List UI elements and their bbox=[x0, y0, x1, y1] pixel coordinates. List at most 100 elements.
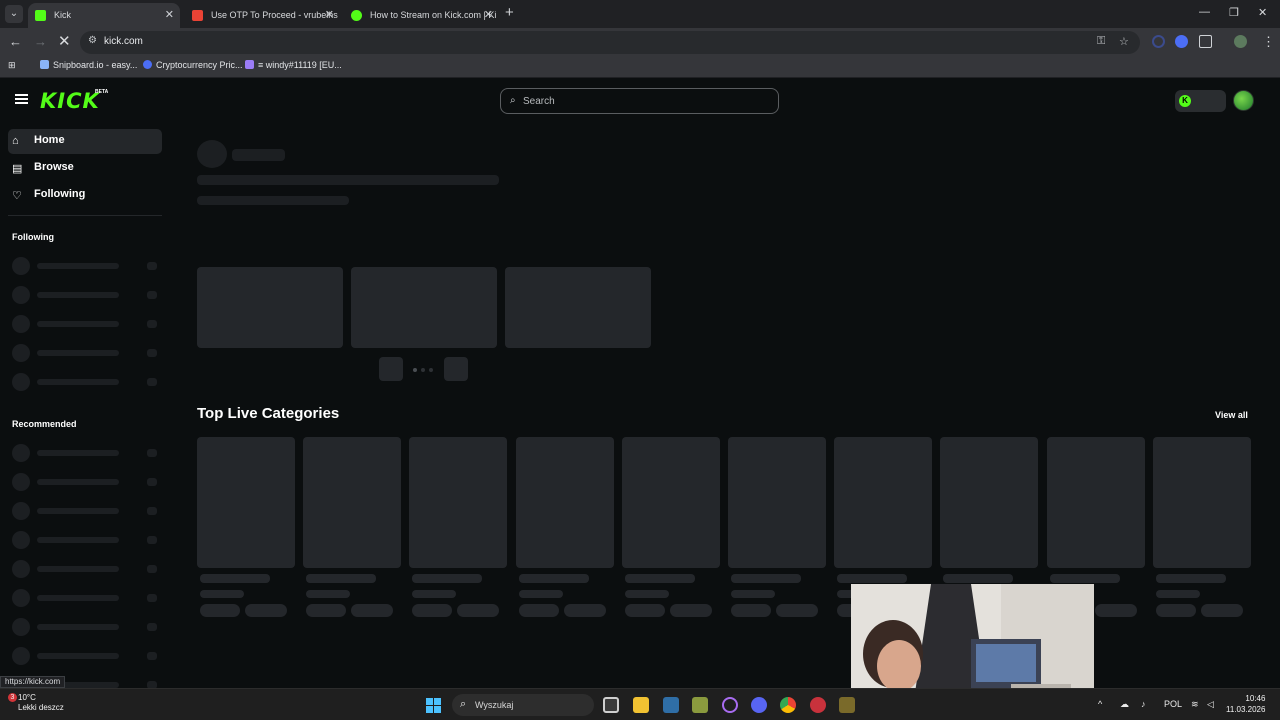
carousel-next-button[interactable] bbox=[444, 357, 468, 381]
featured-stream-card[interactable] bbox=[351, 267, 497, 348]
task-view-icon[interactable] bbox=[603, 697, 619, 713]
category-viewers-skeleton bbox=[731, 590, 775, 598]
category-card[interactable] bbox=[728, 437, 826, 622]
browser-tab-kick[interactable]: Kick ✕ bbox=[28, 3, 180, 28]
new-tab-button[interactable]: + bbox=[505, 4, 514, 21]
stream-meta-skeleton bbox=[197, 196, 349, 205]
sidebar-item-following[interactable]: ♡ Following bbox=[8, 183, 162, 208]
carousel-dot[interactable] bbox=[429, 368, 433, 372]
kick-coins-chip[interactable]: K bbox=[1175, 90, 1226, 112]
category-viewers-skeleton bbox=[519, 590, 563, 598]
app-icon[interactable] bbox=[663, 697, 679, 713]
chrome-icon[interactable] bbox=[780, 697, 796, 713]
close-tab-icon[interactable]: ✕ bbox=[165, 3, 174, 28]
stream-title-skeleton bbox=[197, 175, 499, 185]
forward-button[interactable]: → bbox=[34, 34, 47, 49]
wifi-icon[interactable]: ≋ bbox=[1191, 699, 1199, 710]
stop-loading-button[interactable]: ✕ bbox=[58, 32, 71, 50]
hamburger-menu-icon[interactable] bbox=[15, 94, 28, 104]
app-icon[interactable] bbox=[722, 697, 738, 713]
category-thumbnail-skeleton bbox=[940, 437, 1038, 568]
category-viewers-skeleton bbox=[306, 590, 350, 598]
bookmark-label: Cryptocurrency Pric... bbox=[156, 60, 243, 70]
carousel-prev-button[interactable] bbox=[379, 357, 403, 381]
tray-app-icon[interactable]: ☁ bbox=[1120, 699, 1129, 710]
featured-stream-card[interactable] bbox=[197, 267, 343, 348]
weather-desc: Lekki deszcz bbox=[18, 703, 64, 712]
recommended-skeleton-row bbox=[12, 444, 162, 462]
app-icon[interactable] bbox=[810, 697, 826, 713]
bookmark-cryptocurrency[interactable]: Cryptocurrency Pric... bbox=[143, 60, 243, 70]
clock-time: 10:46 bbox=[1245, 694, 1266, 703]
extension-loader-icon[interactable] bbox=[1152, 35, 1165, 48]
taskbar-search[interactable]: ⌕ Wyszukaj bbox=[452, 694, 594, 716]
file-explorer-icon[interactable] bbox=[633, 697, 649, 713]
bookmark-label: Snipboard.io - easy... bbox=[53, 60, 138, 70]
category-name-skeleton bbox=[837, 574, 907, 583]
category-card[interactable] bbox=[409, 437, 507, 622]
tab-search-button[interactable]: ⌄ bbox=[5, 5, 23, 23]
sidebar-item-home[interactable]: ⌂ Home bbox=[8, 129, 162, 154]
category-viewers-skeleton bbox=[625, 590, 669, 598]
windows-start-icon[interactable] bbox=[426, 698, 441, 713]
user-avatar[interactable] bbox=[1233, 90, 1254, 111]
bookmarks-bar: ⊞ Snipboard.io - easy... Cryptocurrency … bbox=[0, 56, 1280, 78]
gmail-favicon-icon bbox=[192, 10, 203, 21]
bookmark-windy[interactable]: ≡ windy#11119 [EU... bbox=[245, 60, 342, 70]
language-indicator[interactable]: POL bbox=[1164, 699, 1182, 709]
sidebar-item-browse[interactable]: ▤ Browse bbox=[8, 156, 162, 181]
sidebar: ⌂ Home ▤ Browse ♡ Following Following Re… bbox=[0, 123, 168, 688]
category-tag-skeleton bbox=[776, 604, 818, 617]
windy-icon bbox=[245, 60, 254, 69]
profile-avatar-icon[interactable] bbox=[1234, 35, 1247, 48]
address-bar[interactable]: ⚙ kick.com ⚿ ☆ bbox=[80, 31, 1140, 54]
category-thumbnail-skeleton bbox=[303, 437, 401, 568]
extension-icon[interactable] bbox=[1175, 35, 1188, 48]
carousel-dot[interactable] bbox=[413, 368, 417, 372]
following-skeleton-row bbox=[12, 257, 162, 275]
search-input[interactable] bbox=[523, 93, 763, 109]
system-clock[interactable]: 10:46 11.03.2026 bbox=[1226, 693, 1265, 715]
app-icon[interactable] bbox=[692, 697, 708, 713]
category-card[interactable] bbox=[622, 437, 720, 622]
bookmark-snipboard[interactable]: Snipboard.io - easy... bbox=[40, 60, 137, 70]
carousel-dot[interactable] bbox=[421, 368, 425, 372]
discord-icon[interactable] bbox=[751, 697, 767, 713]
featured-stream-card[interactable] bbox=[505, 267, 651, 348]
top-live-categories-title: Top Live Categories bbox=[197, 405, 340, 422]
category-card[interactable] bbox=[1153, 437, 1251, 622]
tab-title: Use OTP To Proceed - vrubelhs bbox=[211, 10, 338, 20]
microphone-icon[interactable]: ♪ bbox=[1141, 699, 1146, 709]
following-heading: Following bbox=[12, 232, 54, 242]
following-skeleton-row bbox=[12, 315, 162, 333]
taskbar-search-label: Wyszukaj bbox=[475, 700, 514, 710]
search-box[interactable]: ⌕ bbox=[500, 88, 779, 114]
category-card[interactable] bbox=[303, 437, 401, 622]
app-icon[interactable] bbox=[839, 697, 855, 713]
close-tab-icon[interactable]: ✕ bbox=[484, 3, 493, 28]
restore-icon[interactable]: ❐ bbox=[1229, 6, 1239, 19]
volume-icon[interactable]: ◁ bbox=[1207, 699, 1214, 710]
category-card[interactable] bbox=[197, 437, 295, 622]
password-key-icon[interactable]: ⚿ bbox=[1097, 35, 1105, 48]
tray-overflow-icon[interactable]: ^ bbox=[1098, 699, 1102, 709]
browser-menu-icon[interactable]: ⋮ bbox=[1262, 34, 1275, 50]
site-info-icon[interactable]: ⚙ bbox=[88, 35, 97, 46]
close-window-icon[interactable]: ✕ bbox=[1258, 6, 1267, 19]
bookmark-star-icon[interactable]: ☆ bbox=[1119, 35, 1129, 48]
following-skeleton-row bbox=[12, 344, 162, 362]
extensions-puzzle-icon[interactable] bbox=[1199, 35, 1212, 48]
close-tab-icon[interactable]: ✕ bbox=[325, 3, 334, 28]
recommended-heading: Recommended bbox=[12, 419, 77, 429]
category-thumbnail-skeleton bbox=[1047, 437, 1145, 568]
view-all-link[interactable]: View all bbox=[1215, 410, 1248, 420]
minimize-icon[interactable]: — bbox=[1199, 6, 1210, 18]
back-button[interactable]: ← bbox=[9, 34, 22, 49]
kick-logo[interactable]: KICK bbox=[40, 89, 100, 113]
tab-title: Kick bbox=[54, 10, 72, 20]
weather-widget[interactable]: 3 10°C Lekki deszcz bbox=[8, 693, 64, 713]
browser-tab-kick-help[interactable]: How to Stream on Kick.com | Ki ✕ bbox=[344, 3, 499, 28]
category-card[interactable] bbox=[516, 437, 614, 622]
browser-tab-gmail[interactable]: Use OTP To Proceed - vrubelhs ✕ bbox=[185, 3, 340, 28]
apps-grid-icon[interactable]: ⊞ bbox=[8, 60, 16, 71]
